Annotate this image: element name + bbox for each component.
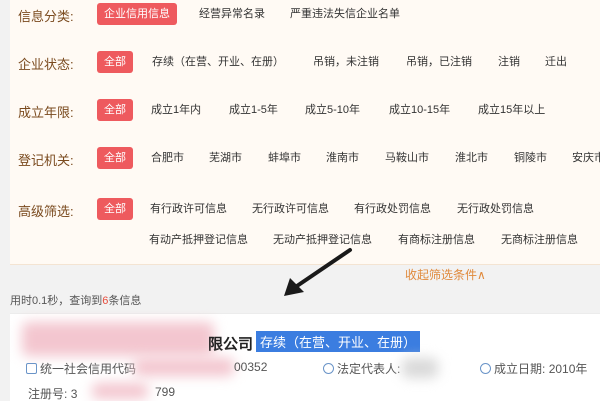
years-option-1-5[interactable]: 成立1-5年 <box>229 99 278 121</box>
credit-code-field: 统一社会信用代码 <box>26 360 136 377</box>
credit-code-value: 00352 <box>234 360 268 374</box>
authority-option-wuhu[interactable]: 芜湖市 <box>209 147 242 169</box>
advanced-option-no-trademark[interactable]: 无商标注册信息 <box>501 229 578 251</box>
advanced-option-has-penalty[interactable]: 有行政处罚信息 <box>354 198 431 220</box>
authority-option-all[interactable]: 全部 <box>97 147 133 169</box>
filter-panel <box>10 0 600 264</box>
reg-no-end: 799 <box>155 385 176 399</box>
collapse-filters-link[interactable]: 收起筛选条件∧ <box>405 266 486 283</box>
result-summary-prefix: 用时0.1秒，查询到 <box>10 295 103 307</box>
reg-no-start: 3 <box>70 387 78 401</box>
advanced-option-has-mortgage[interactable]: 有动产抵押登记信息 <box>149 229 248 251</box>
founded-years-label: 成立年限: <box>18 105 74 120</box>
advanced-option-no-penalty[interactable]: 无行政处罚信息 <box>457 198 534 220</box>
authority-option-maanshan[interactable]: 马鞍山市 <box>385 147 429 169</box>
legal-rep-label: 法定代表人: <box>337 362 401 376</box>
result-summary: 用时0.1秒，查询到6条信息 <box>10 292 141 308</box>
info-category-label: 信息分类: <box>18 9 74 24</box>
company-name[interactable]: 限公司 <box>208 333 253 354</box>
status-option-all[interactable]: 全部 <box>97 51 133 73</box>
clock-icon <box>480 363 491 374</box>
founded-date-field: 成立日期: 2010年 <box>480 360 587 377</box>
founded-date-label: 成立日期: <box>494 362 546 376</box>
result-summary-suffix: 条信息 <box>108 295 142 307</box>
status-option-moved-out[interactable]: 迁出 <box>545 51 567 73</box>
authority-option-bengbu[interactable]: 蚌埠市 <box>268 147 301 169</box>
authority-option-huaibei[interactable]: 淮北市 <box>455 147 488 169</box>
option-serious-violation[interactable]: 严重违法失信企业名单 <box>290 3 400 25</box>
advanced-option-no-license[interactable]: 无行政许可信息 <box>252 198 329 220</box>
credit-code-icon <box>26 363 37 374</box>
person-icon <box>323 363 334 374</box>
years-option-5-10[interactable]: 成立5-10年 <box>305 99 360 121</box>
years-option-10-15[interactable]: 成立10-15年 <box>389 99 450 121</box>
advanced-option-all[interactable]: 全部 <box>97 198 133 220</box>
advanced-filter-label: 高级筛选: <box>18 204 74 219</box>
company-status-label: 企业状态: <box>18 57 74 72</box>
option-abnormal-list[interactable]: 经营异常名录 <box>199 3 265 25</box>
authority-option-hefei[interactable]: 合肥市 <box>151 147 184 169</box>
status-option-cancelled[interactable]: 注销 <box>498 51 520 73</box>
redacted-reg-no <box>92 383 148 399</box>
years-option-15-plus[interactable]: 成立15年以上 <box>478 99 545 121</box>
reg-no-label: 注册号: <box>28 387 68 401</box>
status-option-active[interactable]: 存续（在营、开业、在册） <box>152 51 284 73</box>
status-option-revoked-cancelled[interactable]: 吊销，已注销 <box>406 51 472 73</box>
redacted-credit-code <box>134 358 234 376</box>
status-badge: 存续（在营、开业、在册） <box>256 331 421 352</box>
authority-option-huainan[interactable]: 淮南市 <box>326 147 359 169</box>
reg-no-field: 注册号: 3 <box>28 385 77 401</box>
option-enterprise-credit[interactable]: 企业信用信息 <box>97 3 177 25</box>
advanced-option-has-trademark[interactable]: 有商标注册信息 <box>398 229 475 251</box>
annotation-arrow-icon <box>284 248 352 296</box>
years-option-1[interactable]: 成立1年内 <box>151 99 201 121</box>
credit-code-label: 统一社会信用代码 <box>40 362 137 376</box>
advanced-option-has-license[interactable]: 有行政许可信息 <box>150 198 227 220</box>
redacted-company-name <box>22 322 214 356</box>
authority-option-anqing[interactable]: 安庆市 <box>572 147 600 169</box>
legal-rep-field: 法定代表人: <box>323 360 400 377</box>
registration-authority-label: 登记机关: <box>18 153 74 168</box>
status-option-revoked-not-cancelled[interactable]: 吊销，未注销 <box>313 51 379 73</box>
founded-date-value: 2010年 <box>548 362 588 376</box>
authority-option-tongling[interactable]: 铜陵市 <box>514 147 547 169</box>
years-option-all[interactable]: 全部 <box>97 99 133 121</box>
redacted-legal-rep <box>402 358 438 378</box>
